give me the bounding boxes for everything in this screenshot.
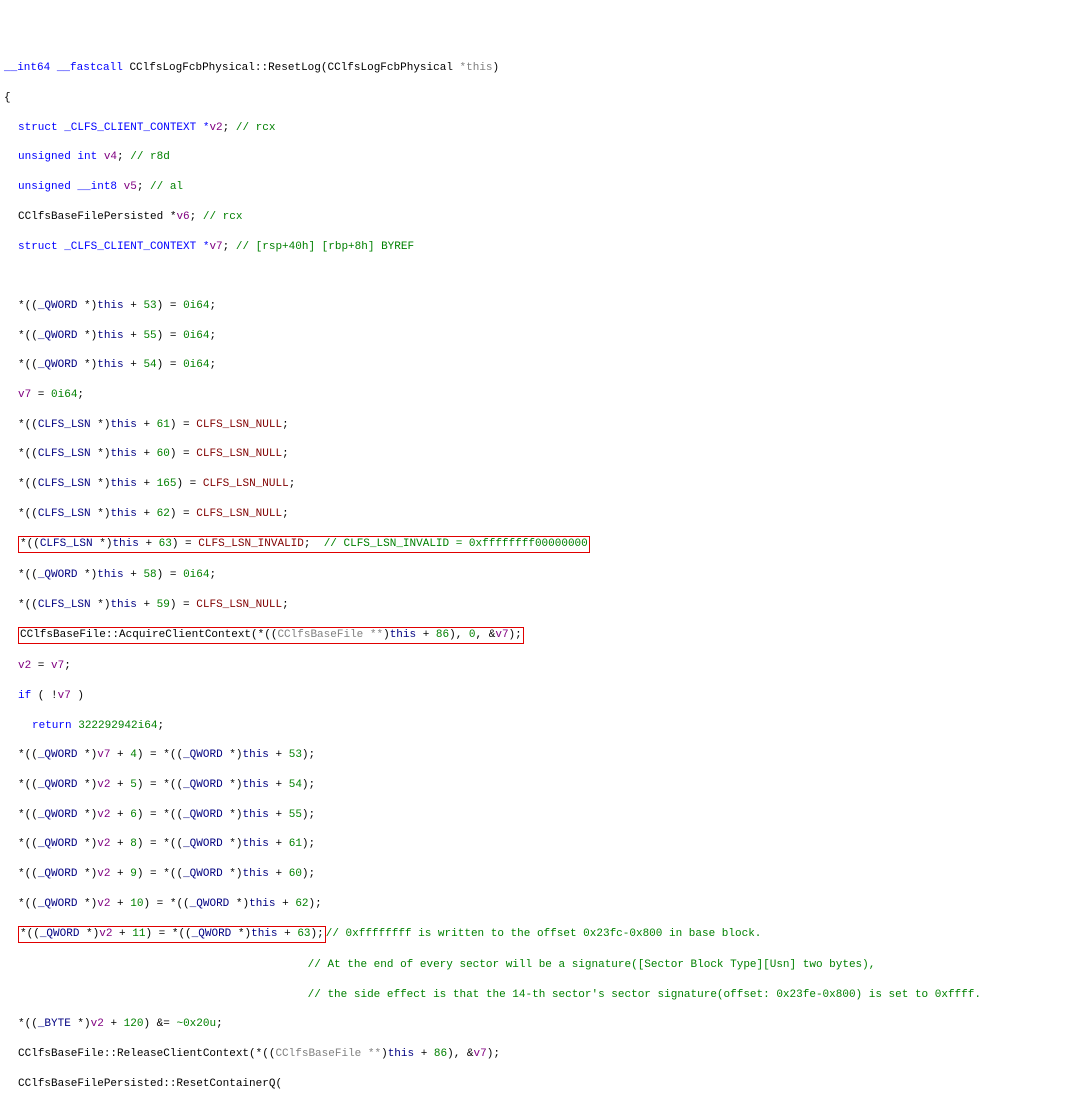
stmt-return: return 322292942i64;	[4, 719, 1076, 734]
stmt-assign: *((_QWORD *)v2 + 6) = *((_QWORD *)this +…	[4, 808, 1076, 823]
stmt-assign: *((_QWORD *)this + 55) = 0i64;	[4, 329, 1076, 344]
stmt-highlighted: *((CLFS_LSN *)this + 63) = CLFS_LSN_INVA…	[4, 536, 1076, 553]
stmt-assign: *((_QWORD *)v2 + 10) = *((_QWORD *)this …	[4, 897, 1076, 912]
stmt-assign: *((_QWORD *)v7 + 4) = *((_QWORD *)this +…	[4, 748, 1076, 763]
brace-open: {	[4, 91, 1076, 106]
stmt-assign: *((CLFS_LSN *)this + 62) = CLFS_LSN_NULL…	[4, 507, 1076, 522]
stmt-assign: *((_QWORD *)v2 + 5) = *((_QWORD *)this +…	[4, 778, 1076, 793]
stmt-assign: *((CLFS_LSN *)this + 60) = CLFS_LSN_NULL…	[4, 447, 1076, 462]
redbox-lsn-invalid: *((CLFS_LSN *)this + 63) = CLFS_LSN_INVA…	[18, 536, 590, 553]
stmt-highlighted: CClfsBaseFile::AcquireClientContext(*((C…	[4, 627, 1076, 644]
stmt-call: CClfsBaseFilePersisted::ResetContainerQ(	[4, 1077, 1076, 1092]
redbox-copy-63: *((_QWORD *)v2 + 11) = *((_QWORD *)this …	[18, 926, 326, 943]
stmt-highlighted: *((_QWORD *)v2 + 11) = *((_QWORD *)this …	[4, 926, 1076, 943]
param-type: CClfsLogFcbPhysical	[328, 62, 453, 74]
comment-line: // the side effect is that the 14-th sec…	[4, 988, 1076, 1003]
stmt-if: if ( !v7 )	[4, 689, 1076, 704]
code-line: __int64 __fastcall CClfsLogFcbPhysical::…	[4, 61, 1076, 76]
kw-int64: __int64	[4, 62, 50, 74]
stmt-assign: *((_BYTE *)v2 + 120) &= ~0x20u;	[4, 1017, 1076, 1032]
stmt-call: CClfsBaseFile::ReleaseClientContext(*((C…	[4, 1047, 1076, 1062]
kw-fastcall: __fastcall	[57, 62, 123, 74]
stmt-assign: *((CLFS_LSN *)this + 165) = CLFS_LSN_NUL…	[4, 477, 1076, 492]
decl-v2: struct _CLFS_CLIENT_CONTEXT *v2; // rcx	[4, 121, 1076, 136]
stmt-assign: *((_QWORD *)v2 + 9) = *((_QWORD *)this +…	[4, 867, 1076, 882]
decl-v6: CClfsBaseFilePersisted *v6; // rcx	[4, 210, 1076, 225]
decl-v5: unsigned __int8 v5; // al	[4, 180, 1076, 195]
decl-v7: struct _CLFS_CLIENT_CONTEXT *v7; // [rsp…	[4, 240, 1076, 255]
stmt-assign: v2 = v7;	[4, 659, 1076, 674]
blank	[4, 269, 1076, 284]
stmt-assign: v7 = 0i64;	[4, 388, 1076, 403]
stmt-assign: *((_QWORD *)v2 + 8) = *((_QWORD *)this +…	[4, 837, 1076, 852]
param-name: *this	[460, 62, 493, 74]
stmt-assign: *((_QWORD *)this + 54) = 0i64;	[4, 358, 1076, 373]
fn-name: ResetLog	[268, 62, 321, 74]
stmt-assign: *((CLFS_LSN *)this + 59) = CLFS_LSN_NULL…	[4, 598, 1076, 613]
stmt-assign: *((_QWORD *)this + 58) = 0i64;	[4, 568, 1076, 583]
decl-v4: unsigned int v4; // r8d	[4, 150, 1076, 165]
redbox-acquire: CClfsBaseFile::AcquireClientContext(*((C…	[18, 627, 524, 644]
comment-line: // At the end of every sector will be a …	[4, 958, 1076, 973]
stmt-assign: *((CLFS_LSN *)this + 61) = CLFS_LSN_NULL…	[4, 418, 1076, 433]
cls-name: CClfsLogFcbPhysical	[129, 62, 254, 74]
stmt-assign: *((_QWORD *)this + 53) = 0i64;	[4, 299, 1076, 314]
